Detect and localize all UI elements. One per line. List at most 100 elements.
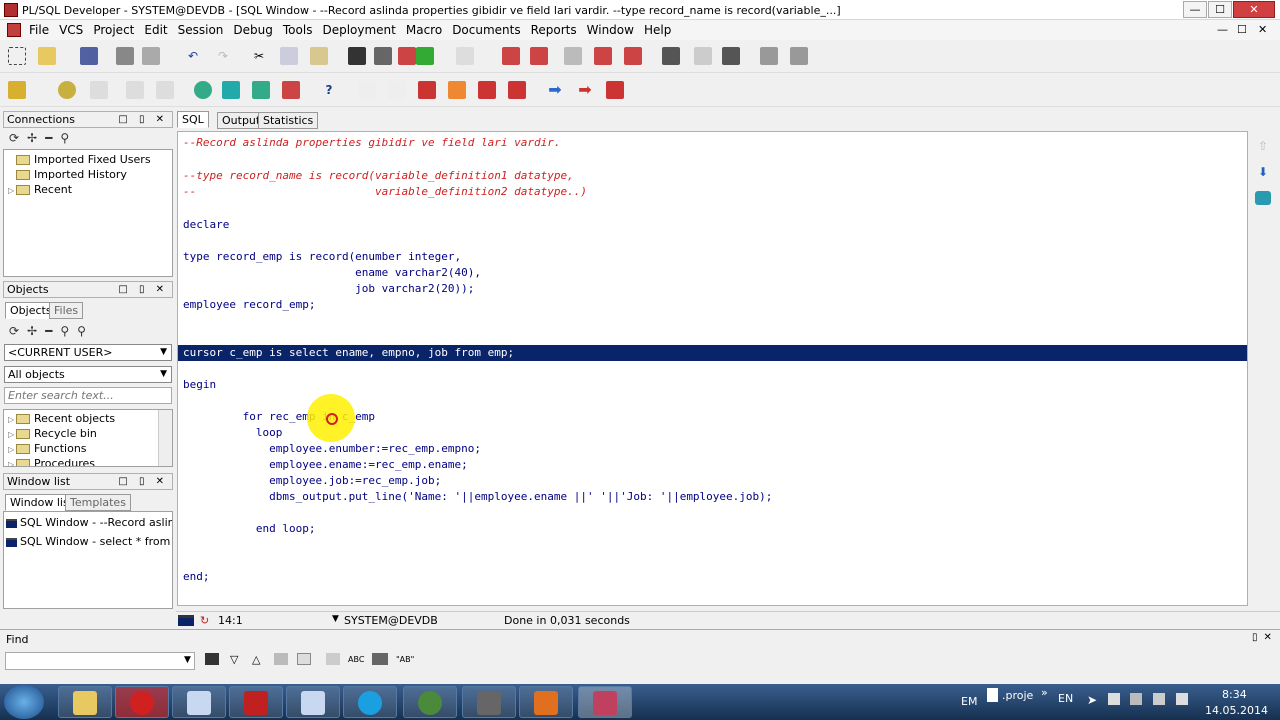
whole-word-icon[interactable] [372,653,388,665]
disabled-run-icon[interactable] [90,81,108,99]
tree-item-recycle-bin[interactable]: ▷ Recycle bin [8,427,97,442]
menu-macro[interactable]: Macro [401,20,447,40]
up-icon[interactable]: ⇧ [1258,139,1268,153]
unindent-icon[interactable] [530,47,548,65]
find-panel-buttons[interactable]: ▯✕ [1252,632,1278,643]
goto-icon[interactable] [416,47,434,65]
tab-templates[interactable]: Templates [65,494,131,511]
menu-project[interactable]: Project [88,20,139,40]
replace-icon[interactable] [398,47,416,65]
execute-icon[interactable] [194,81,212,99]
taskbar-java-ee[interactable] [462,686,516,718]
expand-icon[interactable]: ▷ [8,430,16,439]
panel-buttons[interactable]: □ ▯ ✕ [118,112,168,127]
menu-debug[interactable]: Debug [228,20,277,40]
inner-maximize-button[interactable]: ☐ [1237,23,1247,36]
command-window-icon[interactable] [252,81,270,99]
menu-reports[interactable]: Reports [526,20,582,40]
tree-item-recent-objects[interactable]: ▷ Recent objects [8,412,115,427]
find-input[interactable] [5,652,195,670]
undo-icon[interactable]: ↶ [184,47,202,65]
taskbar-explorer[interactable] [58,686,112,718]
expand-icon[interactable]: ▷ [8,186,16,195]
uppercase-icon[interactable] [624,47,642,65]
tray-language[interactable]: EM [961,695,977,708]
taskbar-toad[interactable] [403,686,457,718]
maximize-button[interactable]: ☐ [1208,1,1232,18]
find-next-icon[interactable] [374,47,392,65]
tree-item-recent[interactable]: ▷ Recent [8,183,72,198]
objects-scrollbar[interactable] [158,410,172,466]
new-icon[interactable] [8,47,26,65]
connections-toolbar[interactable]: ⟳✢━⚲ [9,131,77,145]
panel-buttons[interactable]: □ ▯ ✕ [118,474,168,489]
flag-icon[interactable] [1108,693,1120,705]
tab-sql[interactable]: SQL [177,111,209,128]
clear-highlight-icon[interactable] [297,653,311,665]
taskbar-acrobat[interactable] [229,686,283,718]
comment-icon[interactable] [564,47,582,65]
menu-file[interactable]: File [24,20,54,40]
connection-label[interactable]: SYSTEM@DEVDB [344,614,438,627]
find-icon[interactable] [205,653,219,665]
uncomment-icon[interactable] [594,47,612,65]
highlight-icon[interactable] [274,653,288,665]
case-icon[interactable] [326,653,340,665]
close-button[interactable]: ✕ [1233,1,1275,18]
disabled-icon[interactable] [456,47,474,65]
window-list-item[interactable]: SQL Window - select * from emp [6,535,172,550]
tree-item-procedures[interactable]: ▷ Procedures [8,457,95,466]
windows-icon[interactable] [760,47,778,65]
panel-buttons[interactable]: □ ▯ ✕ [118,282,168,297]
paste-icon[interactable] [310,47,328,65]
tray-time[interactable]: 8:34 [1222,688,1247,701]
tray-document[interactable]: .proje [1002,689,1033,702]
redo-icon[interactable]: ↷ [214,47,232,65]
match-case-icon[interactable]: ABC [348,655,364,664]
inner-close-button[interactable]: ✕ [1258,23,1267,36]
object-type-select[interactable]: All objects ▼ [4,366,172,383]
taskbar-app-cube[interactable] [172,686,226,718]
tray-app-icon[interactable] [1130,693,1142,705]
print-preview-icon[interactable] [142,47,160,65]
expand-icon[interactable]: ▷ [8,460,16,466]
menu-deployment[interactable]: Deployment [317,20,400,40]
tile-icon[interactable] [790,47,808,65]
commit-disabled-icon[interactable] [126,81,144,99]
indent-icon[interactable] [502,47,520,65]
expand-icon[interactable]: ▷ [8,415,16,424]
clear-icon[interactable] [388,81,406,99]
tray-chevron-icon[interactable]: » [1041,686,1048,699]
stop-icon[interactable] [418,81,436,99]
chevron-down-icon[interactable]: ▼ [332,614,339,624]
minimize-button[interactable]: — [1183,1,1207,18]
taskbar-media[interactable] [519,686,573,718]
tray-language-2[interactable]: EN [1058,692,1073,705]
down-icon[interactable]: ⬇ [1258,165,1268,179]
tree-item-imported-history[interactable]: Imported History [16,168,127,183]
tab-statistics[interactable]: Statistics [258,112,319,129]
inner-minimize-button[interactable]: — [1217,23,1228,36]
volume-icon[interactable] [1176,693,1188,705]
network-icon[interactable] [1153,693,1165,705]
cut-icon[interactable]: ✂ [250,47,268,65]
save-icon[interactable] [80,47,98,65]
taskbar-opera[interactable] [115,686,169,718]
database-icon[interactable] [1255,191,1271,205]
menu-help[interactable]: Help [639,20,676,40]
forward-arrow-icon[interactable]: ➡ [546,81,564,99]
search-input[interactable] [4,387,172,404]
step-icon[interactable] [478,81,496,99]
start-button[interactable] [4,685,44,719]
menu-vcs[interactable]: VCS [54,20,88,40]
refresh-icon[interactable]: ↻ [200,614,209,627]
menu-window[interactable]: Window [582,20,639,40]
disconnect-icon[interactable] [606,81,624,99]
chevron-down-icon[interactable]: ▼ [184,655,191,665]
expand-icon[interactable]: ▷ [8,445,16,454]
tab-files[interactable]: Files [49,302,84,319]
open-icon[interactable] [38,47,56,65]
debug-icon[interactable] [448,81,466,99]
tray-date[interactable]: 14.05.2014 [1205,704,1268,717]
regex-icon[interactable]: "AB" [396,655,414,664]
